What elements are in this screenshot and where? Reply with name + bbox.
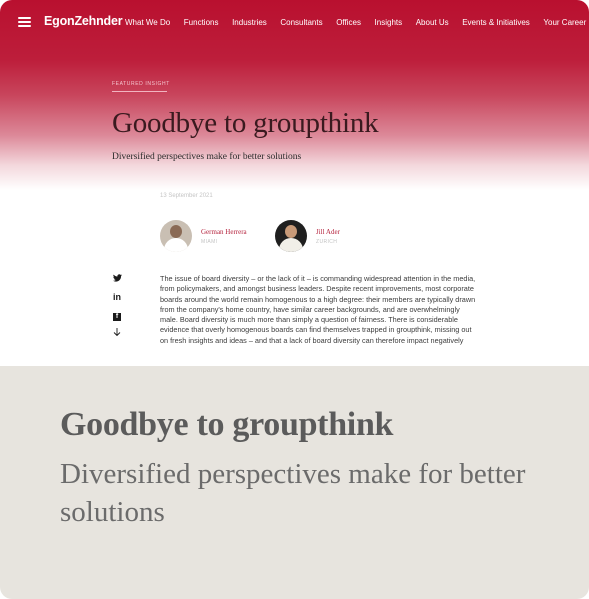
article-subtitle: Diversified perspectives make for better… (112, 152, 302, 162)
menu-item-about-us[interactable]: About Us (416, 18, 449, 27)
share-bar: in f (110, 274, 124, 346)
eyebrow-divider (112, 91, 167, 92)
menu-item-events[interactable]: Events & Initiatives (462, 18, 530, 27)
author-jill-ader[interactable]: Jill Ader ZURICH (275, 220, 340, 252)
twitter-icon[interactable] (110, 274, 124, 286)
author-location: ZURICH (316, 238, 338, 245)
hamburger-menu-icon[interactable] (18, 17, 31, 27)
article-body: The issue of board diversity – or the la… (160, 274, 476, 345)
author-location: MIAMI (201, 238, 218, 245)
facebook-icon[interactable]: f (110, 310, 124, 322)
menu-item-offices[interactable]: Offices (336, 18, 361, 27)
linkedin-icon[interactable]: in (110, 292, 124, 304)
menu-item-consultants[interactable]: Consultants (280, 18, 322, 27)
article-screenshot: EgonZehnder What We Do Functions Industr… (0, 0, 589, 366)
download-icon[interactable] (110, 328, 124, 340)
avatar (275, 220, 307, 252)
top-navigation: EgonZehnder What We Do Functions Industr… (0, 0, 589, 44)
article-date: 13 September 2021 (160, 193, 213, 199)
article-title: Goodbye to groupthink (112, 107, 379, 139)
caption-title: Goodbye to groupthink (60, 406, 394, 443)
author-name[interactable]: Jill Ader (316, 228, 340, 236)
menu-item-functions[interactable]: Functions (184, 18, 219, 27)
author-name[interactable]: German Herrera (201, 228, 247, 236)
author-german-herrera[interactable]: German Herrera MIAMI (160, 220, 247, 252)
main-menu: What We Do Functions Industries Consulta… (125, 18, 589, 27)
menu-item-insights[interactable]: Insights (375, 18, 403, 27)
avatar (160, 220, 192, 252)
eyebrow-label: FEATURED INSIGHT (112, 81, 170, 87)
logo[interactable]: EgonZehnder (44, 14, 123, 28)
article-card[interactable]: EgonZehnder What We Do Functions Industr… (0, 0, 589, 599)
caption-subtitle: Diversified perspectives make for better… (60, 458, 526, 528)
menu-item-what-we-do[interactable]: What We Do (125, 18, 170, 27)
menu-item-industries[interactable]: Industries (232, 18, 267, 27)
menu-item-your-career[interactable]: Your Career (543, 18, 586, 27)
